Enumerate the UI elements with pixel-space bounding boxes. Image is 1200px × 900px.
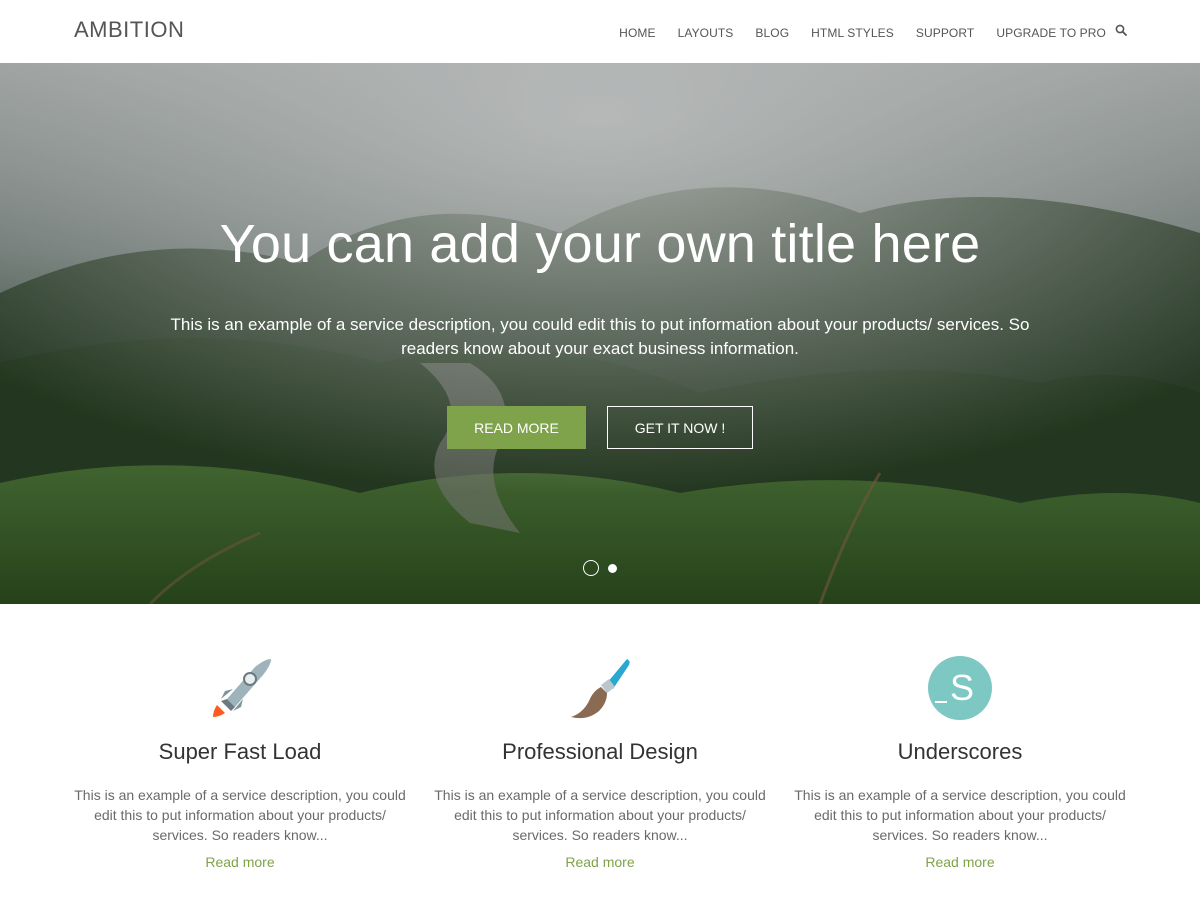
- nav-item-home[interactable]: HOME: [619, 26, 655, 40]
- nav-item-upgrade-to-pro[interactable]: UPGRADE TO PRO: [996, 26, 1106, 40]
- search-icon[interactable]: [1115, 24, 1127, 36]
- read-more-link[interactable]: Read more: [205, 854, 274, 870]
- read-more-button[interactable]: READ MORE: [447, 406, 586, 449]
- read-more-link[interactable]: Read more: [925, 854, 994, 870]
- service-card-underscores: S Underscores This is an example of a se…: [790, 655, 1130, 872]
- hero-description: This is an example of a service descript…: [170, 315, 1030, 358]
- read-more-link[interactable]: Read more: [565, 854, 634, 870]
- service-title: Underscores: [897, 739, 1023, 764]
- svg-text:S: S: [950, 667, 974, 708]
- nav-item-layouts[interactable]: LAYOUTS: [678, 26, 734, 40]
- hero-title: You can add your own title here: [219, 214, 981, 274]
- underscores-logo-icon: S: [928, 656, 992, 720]
- nav-item-support[interactable]: SUPPORT: [916, 26, 975, 40]
- slider-dot-2[interactable]: [608, 564, 617, 573]
- service-card-super-fast-load: Super Fast Load This is an example of a …: [70, 655, 410, 872]
- rocket-icon: [213, 659, 271, 717]
- service-title: Super Fast Load: [158, 739, 322, 764]
- paintbrush-icon: [571, 659, 630, 719]
- slider-dot-1[interactable]: [583, 560, 599, 576]
- service-text: This is an example of a service descript…: [434, 787, 766, 843]
- service-title: Professional Design: [502, 739, 698, 764]
- site-logo[interactable]: AMBITION: [74, 17, 184, 43]
- main-nav: HOME LAYOUTS BLOG HTML STYLES SUPPORT UP…: [597, 26, 1106, 40]
- nav-item-blog[interactable]: BLOG: [755, 26, 789, 40]
- get-it-now-button[interactable]: GET IT NOW !: [607, 406, 753, 449]
- nav-item-html-styles[interactable]: HTML STYLES: [811, 26, 894, 40]
- service-text: This is an example of a service descript…: [74, 787, 406, 843]
- hero-slider: You can add your own title here This is …: [0, 63, 1200, 604]
- service-text: This is an example of a service descript…: [794, 787, 1126, 843]
- site-header: AMBITION HOME LAYOUTS BLOG HTML STYLES S…: [0, 0, 1200, 63]
- service-card-professional-design: Professional Design This is an example o…: [430, 655, 770, 872]
